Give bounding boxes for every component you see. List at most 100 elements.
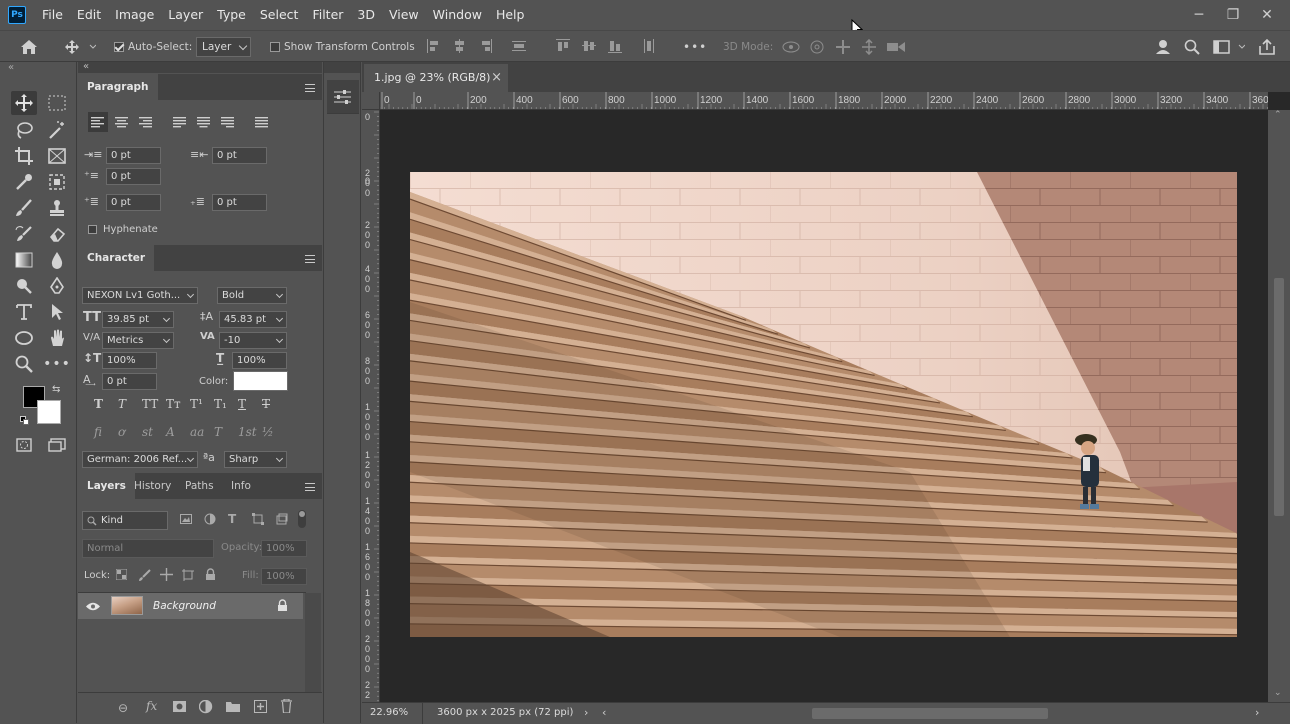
history-brush-icon[interactable]	[11, 222, 37, 246]
menu-window[interactable]: Window	[426, 0, 489, 30]
crop-icon[interactable]	[11, 144, 37, 168]
align-vertical-centers-icon[interactable]	[582, 39, 596, 53]
restore-button[interactable]: ❐	[1216, 7, 1250, 23]
3d-pan-icon[interactable]	[835, 31, 851, 62]
vertical-ruler[interactable]: 0200020040060080010001200140016001800200…	[362, 110, 380, 702]
tracking-dropdown[interactable]: -10	[219, 332, 287, 349]
more-options-icon[interactable]: •••	[683, 31, 707, 62]
brush-icon[interactable]	[11, 196, 37, 220]
status-info-arrow-icon[interactable]: ›	[584, 706, 588, 719]
move-tool-icon[interactable]	[11, 91, 37, 115]
horizontal-scroll-thumb[interactable]	[812, 708, 1048, 719]
scroll-left-icon[interactable]: ‹	[602, 706, 606, 719]
distribute-horizontal-icon[interactable]	[642, 39, 656, 53]
filter-type-icon[interactable]: T	[228, 512, 236, 526]
hand-icon[interactable]	[44, 326, 70, 350]
eraser-icon[interactable]	[44, 222, 70, 246]
indent-first-line-input[interactable]: 0 pt	[106, 168, 161, 185]
minimize-button[interactable]: ─	[1182, 7, 1216, 23]
ruler-origin[interactable]	[362, 92, 380, 110]
home-icon[interactable]	[20, 31, 38, 62]
vertical-scale-input[interactable]: 100%	[102, 352, 157, 369]
titling-alternates-icon[interactable]: T	[214, 425, 222, 439]
vertical-scroll-thumb[interactable]	[1274, 278, 1284, 516]
opacity-input[interactable]: 100%	[261, 540, 307, 557]
vertical-scrollbar[interactable]: ⌃ ⌄	[1268, 110, 1290, 702]
menu-layer[interactable]: Layer	[161, 0, 210, 30]
menu-3d[interactable]: 3D	[350, 0, 382, 30]
underline-icon[interactable]: T	[238, 397, 246, 411]
align-horizontal-centers-icon[interactable]	[453, 39, 467, 53]
move-tool-preset-icon[interactable]	[64, 31, 96, 62]
scroll-up-icon[interactable]: ⌃	[1274, 110, 1282, 120]
type-tool-icon[interactable]	[11, 300, 37, 324]
auto-select-checkbox[interactable]: Auto-Select:	[114, 31, 192, 62]
blend-mode-dropdown[interactable]: Normal	[82, 539, 214, 558]
align-right-edges-icon[interactable]	[479, 39, 493, 53]
font-style-dropdown[interactable]: Bold	[217, 287, 287, 304]
antialias-dropdown[interactable]: Sharp	[224, 451, 287, 468]
menu-image[interactable]: Image	[108, 0, 161, 30]
3d-camera-icon[interactable]	[886, 31, 906, 62]
tab-paragraph[interactable]: Paragraph	[78, 74, 158, 100]
language-dropdown[interactable]: German: 2006 Ref...	[82, 451, 198, 468]
gradient-icon[interactable]	[11, 248, 37, 272]
document-close-icon[interactable]: ×	[491, 64, 502, 92]
share-icon[interactable]	[1258, 31, 1276, 62]
quick-mask-icon[interactable]	[11, 433, 37, 457]
font-family-dropdown[interactable]: NEXON Lv1 Goth...	[82, 287, 198, 304]
indent-left-input[interactable]: 0 pt	[106, 147, 161, 164]
default-colors-icon[interactable]	[20, 416, 29, 425]
all-caps-icon[interactable]: TT	[142, 397, 158, 411]
workspace-icon[interactable]	[1213, 31, 1245, 62]
menu-filter[interactable]: Filter	[305, 0, 350, 30]
lock-all-icon[interactable]	[205, 568, 216, 584]
edit-toolbar-icon[interactable]: •••	[43, 352, 70, 376]
swap-colors-icon[interactable]: ⇆	[52, 384, 60, 395]
align-right-icon[interactable]	[136, 112, 156, 132]
justify-last-left-icon[interactable]	[170, 112, 190, 132]
faux-bold-icon[interactable]: T	[94, 397, 103, 411]
new-layer-icon[interactable]	[254, 700, 267, 713]
new-adjustment-layer-icon[interactable]	[199, 700, 213, 714]
tab-paths[interactable]: Paths	[176, 473, 223, 499]
collapse-tools-icon[interactable]: «	[8, 62, 14, 73]
scroll-right-icon[interactable]: ›	[1255, 706, 1259, 719]
baseline-shift-input[interactable]: 0 pt	[102, 373, 157, 390]
font-size-input[interactable]: 39.85 pt	[102, 311, 174, 328]
magic-wand-icon[interactable]	[44, 118, 70, 142]
zoom-level[interactable]: 22.96%	[370, 707, 408, 718]
show-transform-check[interactable]	[270, 41, 280, 52]
filter-toggle[interactable]	[298, 510, 306, 528]
search-icon[interactable]	[1184, 31, 1200, 62]
justify-last-center-icon[interactable]	[194, 112, 214, 132]
contextual-alternates-icon[interactable]: ơ	[118, 425, 125, 439]
lock-position-icon[interactable]	[160, 568, 173, 584]
3d-slide-icon[interactable]	[861, 31, 877, 62]
3d-orbit-icon[interactable]	[782, 31, 800, 62]
auto-select-target-dropdown[interactable]: Layer	[196, 36, 251, 57]
close-button[interactable]: ✕	[1250, 7, 1284, 23]
layer-row-background[interactable]: Background	[78, 593, 303, 619]
scroll-down-icon[interactable]: ⌄	[1274, 688, 1282, 698]
canvas-image[interactable]	[410, 172, 1237, 637]
layers-scrollbar[interactable]	[305, 593, 321, 693]
zoom-icon[interactable]	[11, 352, 37, 376]
menu-view[interactable]: View	[382, 0, 426, 30]
menu-type[interactable]: Type	[210, 0, 253, 30]
text-color-swatch[interactable]	[233, 371, 288, 391]
layer-style-fx-icon[interactable]: fx	[146, 699, 157, 713]
delete-layer-trash-icon[interactable]	[281, 699, 292, 713]
discretionary-ligatures-icon[interactable]: st	[142, 425, 153, 439]
eyedropper-icon[interactable]	[11, 170, 37, 194]
tab-info[interactable]: Info	[222, 473, 260, 499]
properties-sliders-icon[interactable]	[334, 89, 351, 105]
layers-panel-menu-icon[interactable]	[305, 483, 315, 491]
small-caps-icon[interactable]: Tт	[166, 397, 181, 411]
background-color-swatch[interactable]	[37, 400, 61, 424]
subscript-icon[interactable]: T₁	[214, 397, 227, 411]
justify-all-icon[interactable]	[252, 112, 272, 132]
3d-roll-icon[interactable]	[809, 31, 825, 62]
fractions-icon[interactable]: ½	[262, 425, 274, 439]
filter-shape-icon[interactable]	[252, 513, 264, 528]
